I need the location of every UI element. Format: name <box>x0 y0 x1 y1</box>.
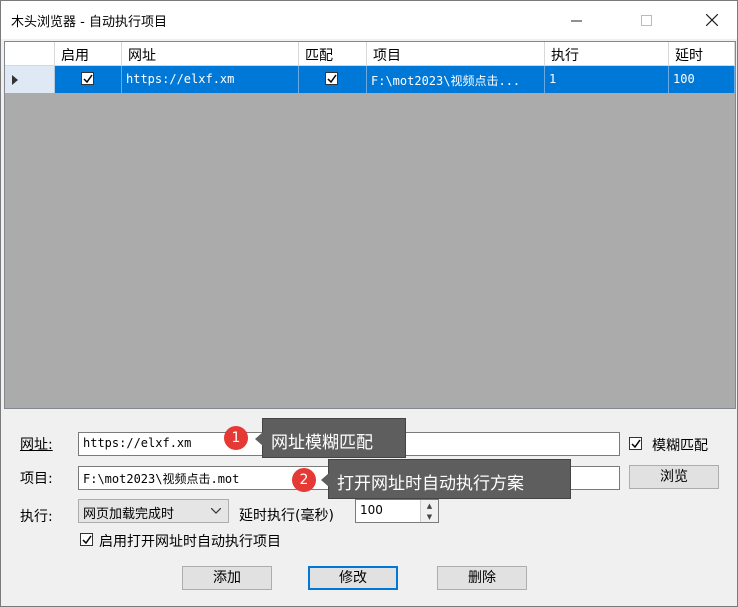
annotation-callout-1: 网址模糊匹配 <box>255 418 406 458</box>
maximize-button <box>623 1 669 39</box>
project-grid[interactable]: 启用 网址 匹配 项目 执行 延时 https://elxf.xm F:\mot… <box>4 41 736 409</box>
cell-enabled[interactable] <box>55 66 122 93</box>
grid-corner-header <box>5 42 55 66</box>
annotation-text-1: 网址模糊匹配 <box>271 433 373 453</box>
cell-match[interactable] <box>299 66 367 93</box>
checkmark-icon <box>82 535 92 545</box>
chevron-down-icon <box>211 508 221 514</box>
auto-exec-checkbox[interactable] <box>80 533 93 546</box>
modify-button[interactable]: 修改 <box>308 566 398 590</box>
checkmark-icon <box>83 74 93 84</box>
annotation-badge-1: 1 <box>224 426 248 450</box>
column-header-enabled[interactable]: 启用 <box>55 42 122 66</box>
close-button[interactable] <box>689 1 735 39</box>
row-enabled-checkbox[interactable] <box>81 72 94 85</box>
maximize-icon <box>640 14 652 26</box>
exec-select[interactable]: 网页加载完成时 <box>78 499 229 523</box>
title-bar: 木头浏览器 - 自动执行项目 <box>1 1 737 39</box>
dialog-window: 木头浏览器 - 自动执行项目 启用 网址 匹配 项目 执行 延时 https:/… <box>0 0 738 607</box>
exec-selected-value: 网页加载完成时 <box>83 507 175 522</box>
add-button[interactable]: 添加 <box>182 566 272 590</box>
project-label: 项目: <box>20 471 53 487</box>
delete-button[interactable]: 删除 <box>437 566 527 590</box>
checkmark-icon <box>327 74 337 84</box>
column-header-url[interactable]: 网址 <box>122 42 299 66</box>
spin-up-icon[interactable]: ▲ <box>421 500 438 511</box>
spin-down-icon[interactable]: ▼ <box>421 511 438 522</box>
fuzzy-match-checkbox[interactable] <box>629 437 642 450</box>
callout-pointer <box>321 473 329 487</box>
window-title: 木头浏览器 - 自动执行项目 <box>11 15 167 30</box>
cell-delay[interactable]: 100 <box>669 66 735 93</box>
annotation-text-2: 打开网址时自动执行方案 <box>337 474 524 494</box>
annotation-badge-2: 2 <box>292 468 316 492</box>
column-header-delay[interactable]: 延时 <box>669 42 735 66</box>
callout-pointer <box>255 432 263 446</box>
cell-project[interactable]: F:\mot2023\视频点击... <box>367 66 545 93</box>
cell-url[interactable]: https://elxf.xm <box>122 66 299 93</box>
minimize-button[interactable] <box>553 1 599 39</box>
checkmark-icon <box>631 439 641 449</box>
delay-stepper[interactable]: 100 ▲ ▼ <box>355 499 439 523</box>
fuzzy-match-label: 模糊匹配 <box>652 438 708 454</box>
url-label: 网址: <box>20 437 53 453</box>
browse-button[interactable]: 浏览 <box>629 465 719 489</box>
column-header-exec[interactable]: 执行 <box>545 42 669 66</box>
current-row-arrow-icon <box>12 75 18 85</box>
column-header-match[interactable]: 匹配 <box>299 42 367 66</box>
row-match-checkbox[interactable] <box>325 72 338 85</box>
close-icon <box>706 14 718 26</box>
row-header[interactable] <box>5 66 55 93</box>
minimize-icon <box>570 20 582 21</box>
delay-label: 延时执行(毫秒) <box>239 508 334 524</box>
delay-spin-buttons[interactable]: ▲ ▼ <box>420 500 438 522</box>
auto-exec-label: 启用打开网址时自动执行项目 <box>99 534 281 550</box>
cell-exec[interactable]: 1 <box>545 66 669 93</box>
column-header-project[interactable]: 项目 <box>367 42 545 66</box>
annotation-callout-2: 打开网址时自动执行方案 <box>321 459 571 499</box>
exec-label: 执行: <box>20 509 53 525</box>
delay-value: 100 <box>360 503 383 517</box>
